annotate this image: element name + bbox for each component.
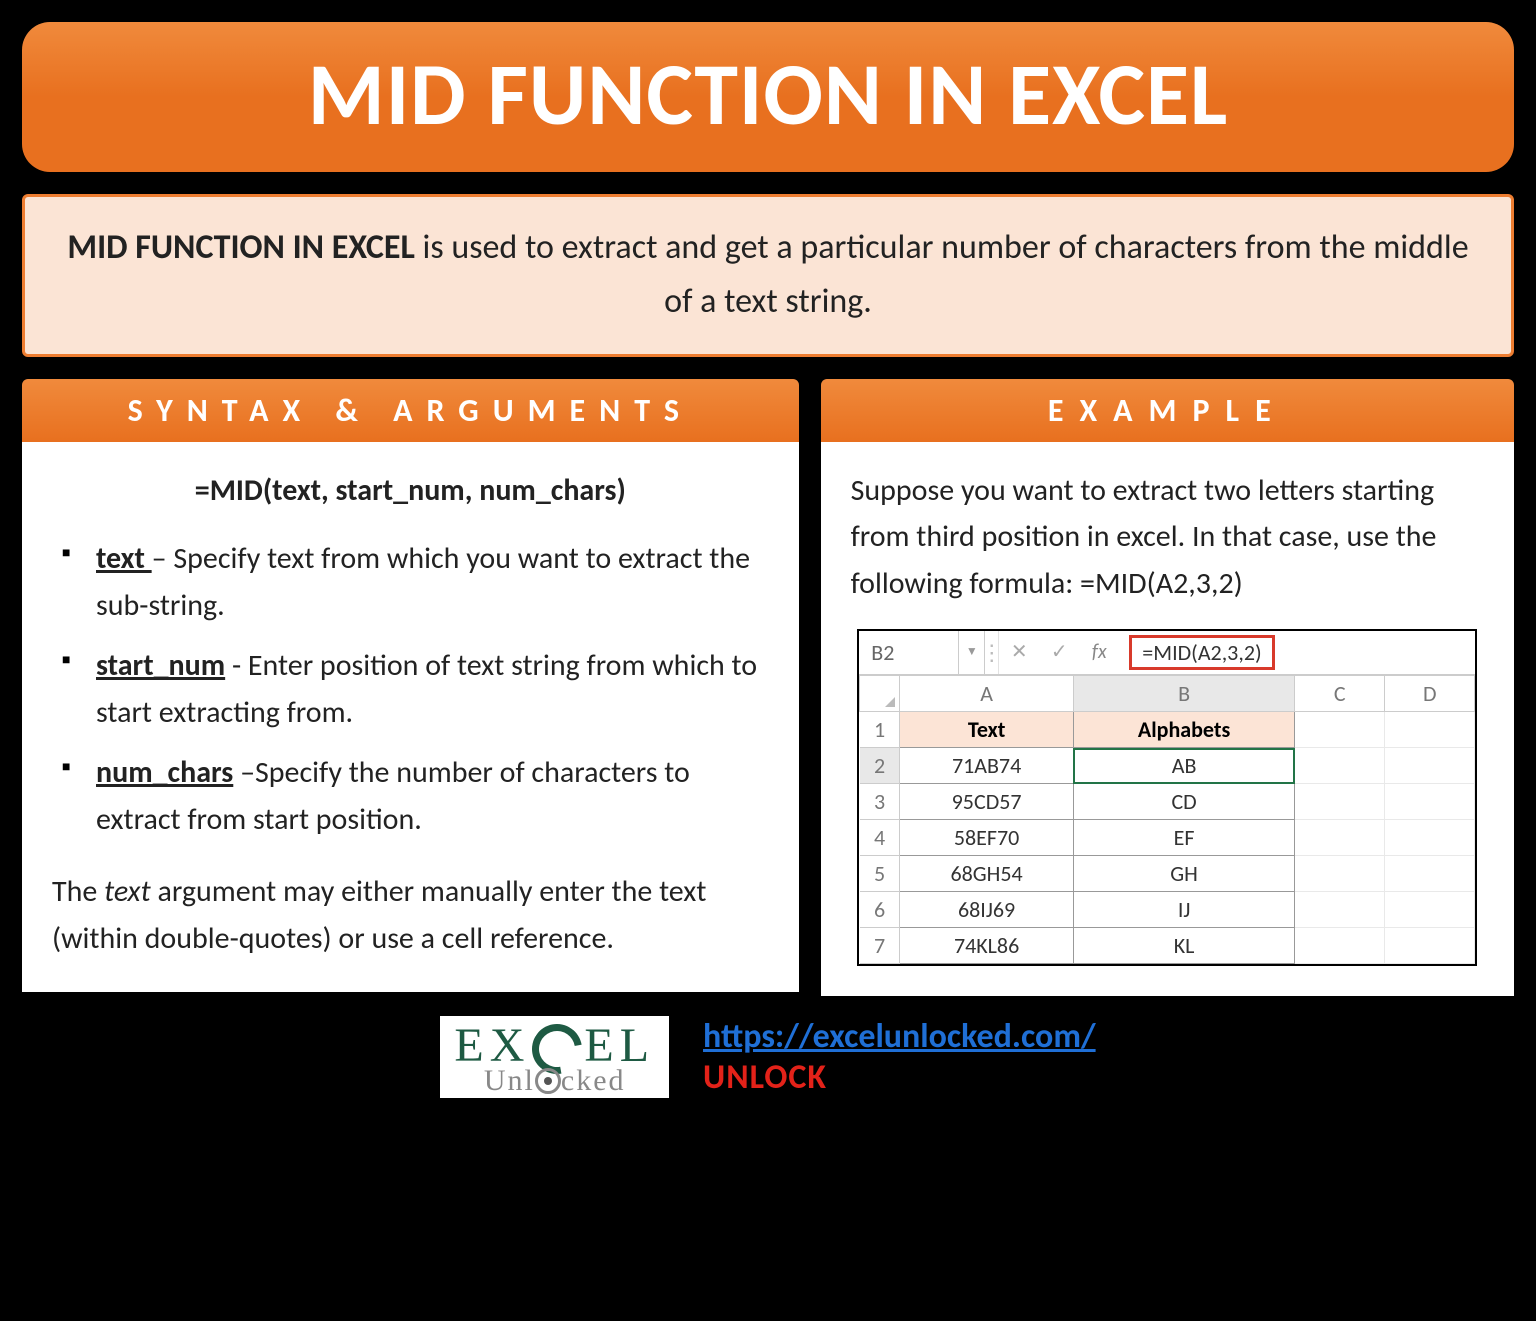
table-row: 2 71AB74 AB bbox=[860, 748, 1475, 784]
footer-links: https://excelunlocked.com/ UNLOCK bbox=[703, 1016, 1096, 1098]
cell[interactable] bbox=[1295, 748, 1385, 784]
cell[interactable]: IJ bbox=[1073, 892, 1294, 928]
note-pre: The bbox=[52, 873, 104, 910]
footer-unlock-text: UNLOCK bbox=[703, 1057, 1096, 1098]
table-row: 3 95CD57 CD bbox=[860, 784, 1475, 820]
note-post: argument may either manually enter the t… bbox=[52, 873, 706, 957]
list-item: start_num - Enter position of text strin… bbox=[62, 643, 769, 736]
cell[interactable] bbox=[1385, 712, 1475, 748]
row-header[interactable]: 7 bbox=[860, 928, 900, 964]
list-item: num_chars –Specify the number of charact… bbox=[62, 750, 769, 843]
cell[interactable] bbox=[1295, 712, 1385, 748]
cell[interactable] bbox=[1385, 928, 1475, 964]
cell[interactable] bbox=[1295, 784, 1385, 820]
cell[interactable] bbox=[1385, 856, 1475, 892]
syntax-body: =MID(text, start_num, num_chars) text – … bbox=[22, 442, 799, 993]
col-header-C[interactable]: C bbox=[1295, 676, 1385, 712]
row-header[interactable]: 2 bbox=[860, 748, 900, 784]
table-row: 4 58EF70 EF bbox=[860, 820, 1475, 856]
arg-name: start_num bbox=[96, 647, 225, 684]
fx-icon[interactable]: fx bbox=[1079, 631, 1119, 674]
logo-top-text: EXEL bbox=[454, 1022, 655, 1070]
row-header[interactable]: 5 bbox=[860, 856, 900, 892]
syntax-header: SYNTAX & ARGUMENTS bbox=[22, 379, 799, 442]
footer: EXEL Unlcked https://excelunlocked.com/ … bbox=[22, 1016, 1514, 1098]
example-body: Suppose you want to extract two letters … bbox=[821, 442, 1514, 997]
page-title: MID FUNCTION IN EXCEL bbox=[308, 40, 1228, 148]
example-column: EXAMPLE Suppose you want to extract two … bbox=[821, 379, 1514, 997]
footer-url-link[interactable]: https://excelunlocked.com/ bbox=[703, 1016, 1096, 1057]
arg-name: text bbox=[96, 540, 152, 577]
intro-text: is used to extract and get a particular … bbox=[415, 227, 1469, 322]
col-header-A[interactable]: A bbox=[900, 676, 1074, 712]
row-header[interactable]: 1 bbox=[860, 712, 900, 748]
formula-bar: B2 ▼ ⋮ ✕ ✓ fx =MID(A2,3,2) bbox=[859, 631, 1475, 675]
cell[interactable] bbox=[1295, 856, 1385, 892]
cell[interactable]: 68IJ69 bbox=[900, 892, 1074, 928]
logo-bottom-text: Unlcked bbox=[484, 1066, 626, 1096]
column-header-row: A B C D bbox=[860, 676, 1475, 712]
syntax-formula: =MID(text, start_num, num_chars) bbox=[52, 468, 769, 515]
syntax-column: SYNTAX & ARGUMENTS =MID(text, start_num,… bbox=[22, 379, 799, 997]
enter-icon[interactable]: ✓ bbox=[1039, 631, 1079, 674]
cell[interactable]: 95CD57 bbox=[900, 784, 1074, 820]
col-header-D[interactable]: D bbox=[1385, 676, 1475, 712]
row-header[interactable]: 4 bbox=[860, 820, 900, 856]
cell[interactable] bbox=[1385, 784, 1475, 820]
cell[interactable]: CD bbox=[1073, 784, 1294, 820]
cell[interactable] bbox=[1385, 748, 1475, 784]
arg-name: num_chars bbox=[96, 754, 233, 791]
row-header[interactable]: 3 bbox=[860, 784, 900, 820]
columns-wrap: SYNTAX & ARGUMENTS =MID(text, start_num,… bbox=[22, 379, 1514, 997]
cell[interactable] bbox=[1295, 820, 1385, 856]
cell[interactable] bbox=[1385, 820, 1475, 856]
row-header[interactable]: 6 bbox=[860, 892, 900, 928]
table-row: 7 74KL86 KL bbox=[860, 928, 1475, 964]
cell[interactable]: 74KL86 bbox=[900, 928, 1074, 964]
cancel-icon[interactable]: ✕ bbox=[999, 631, 1039, 674]
logo-bottom-pre: Unl bbox=[484, 1064, 535, 1097]
argument-list: text – Specify text from which you want … bbox=[62, 536, 769, 843]
active-cell[interactable]: AB bbox=[1073, 748, 1294, 784]
cell[interactable]: EF bbox=[1073, 820, 1294, 856]
cell[interactable]: 71AB74 bbox=[900, 748, 1074, 784]
cell[interactable] bbox=[1295, 892, 1385, 928]
excel-grid: A B C D 1 Text Alphabets 2 71AB74 bbox=[859, 675, 1475, 964]
fx-separator: ⋮ bbox=[985, 631, 999, 674]
formula-input[interactable]: =MID(A2,3,2) bbox=[1129, 635, 1274, 670]
syntax-note: The text argument may either manually en… bbox=[52, 869, 769, 962]
select-all-corner[interactable] bbox=[860, 676, 900, 712]
cell[interactable] bbox=[1295, 928, 1385, 964]
cell[interactable]: 68GH54 bbox=[900, 856, 1074, 892]
col-header-B[interactable]: B bbox=[1073, 676, 1294, 712]
table-row: 5 68GH54 GH bbox=[860, 856, 1475, 892]
cell[interactable]: KL bbox=[1073, 928, 1294, 964]
brand-logo: EXEL Unlcked bbox=[440, 1016, 669, 1098]
intro-box: MID FUNCTION IN EXCEL is used to extract… bbox=[22, 194, 1514, 357]
note-italic: text bbox=[104, 873, 151, 910]
excel-screenshot: B2 ▼ ⋮ ✕ ✓ fx =MID(A2,3,2) A B C D bbox=[857, 629, 1477, 966]
cell[interactable]: Text bbox=[900, 712, 1074, 748]
cell[interactable]: GH bbox=[1073, 856, 1294, 892]
example-text: Suppose you want to extract two letters … bbox=[851, 468, 1484, 608]
table-row: 6 68IJ69 IJ bbox=[860, 892, 1475, 928]
arg-desc: – Specify text from which you want to ex… bbox=[96, 540, 750, 624]
example-header: EXAMPLE bbox=[821, 379, 1514, 442]
page-title-banner: MID FUNCTION IN EXCEL bbox=[22, 22, 1514, 172]
intro-bold: MID FUNCTION IN EXCEL bbox=[67, 227, 415, 268]
table-row: 1 Text Alphabets bbox=[860, 712, 1475, 748]
cell[interactable]: 58EF70 bbox=[900, 820, 1074, 856]
lock-icon bbox=[535, 1068, 561, 1094]
name-box[interactable]: B2 bbox=[859, 631, 959, 674]
cell[interactable] bbox=[1385, 892, 1475, 928]
corner-triangle-icon bbox=[885, 697, 895, 707]
list-item: text – Specify text from which you want … bbox=[62, 536, 769, 629]
cell[interactable]: Alphabets bbox=[1073, 712, 1294, 748]
